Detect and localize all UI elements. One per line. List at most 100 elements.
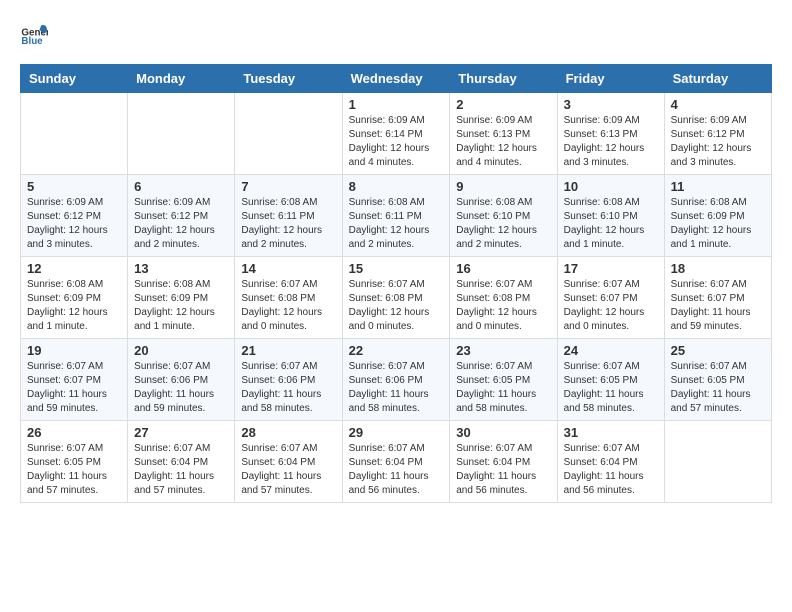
day-info: Sunrise: 6:07 AM Sunset: 6:04 PM Dayligh… bbox=[134, 442, 228, 498]
day-cell: 31 Sunrise: 6:07 AM Sunset: 6:04 PM Dayli… bbox=[557, 421, 664, 503]
logo: General Blue bbox=[20, 20, 48, 48]
header-monday: Monday bbox=[128, 65, 235, 93]
header-sunday: Sunday bbox=[21, 65, 128, 93]
day-number: 19 bbox=[27, 343, 121, 358]
day-number: 10 bbox=[564, 179, 658, 194]
day-number: 3 bbox=[564, 97, 658, 112]
day-cell: 1 Sunrise: 6:09 AM Sunset: 6:14 PM Daylig… bbox=[342, 93, 450, 175]
header-friday: Friday bbox=[557, 65, 664, 93]
svg-text:Blue: Blue bbox=[21, 36, 43, 47]
day-cell: 4 Sunrise: 6:09 AM Sunset: 6:12 PM Daylig… bbox=[664, 93, 771, 175]
header-thursday: Thursday bbox=[450, 65, 557, 93]
day-cell: 12Sunrise: 6:08 AM Sunset: 6:09 PM Dayli… bbox=[21, 257, 128, 339]
day-number: 4 bbox=[671, 97, 765, 112]
day-info: Sunrise: 6:07 AM Sunset: 6:05 PM Dayligh… bbox=[456, 360, 550, 416]
day-number: 20 bbox=[134, 343, 228, 358]
week-row-2: 5 Sunrise: 6:09 AM Sunset: 6:12 PM Daylig… bbox=[21, 175, 772, 257]
day-info: Sunrise: 6:07 AM Sunset: 6:06 PM Dayligh… bbox=[241, 360, 335, 416]
day-number: 11 bbox=[671, 179, 765, 194]
day-info: Sunrise: 6:07 AM Sunset: 6:06 PM Dayligh… bbox=[134, 360, 228, 416]
day-cell: 10 Sunrise: 6:08 AM Sunset: 6:10 PM Dayli… bbox=[557, 175, 664, 257]
week-row-4: 19 Sunrise: 6:07 AM Sunset: 6:07 PM Dayli… bbox=[21, 339, 772, 421]
week-row-3: 12 Sunrise: 6:08 AM Sunset: 6:09 PM Dayli… bbox=[21, 257, 772, 339]
day-cell: 13 Sunrise: 6:08 AM Sunset: 6:09 PM Dayli… bbox=[128, 257, 235, 339]
day-cell: 16 Sunrise: 6:07 AM Sunset: 6:08 PM Dayli… bbox=[450, 257, 557, 339]
day-info: Sunrise: 6:08 AM Sunset: 6:09 PM Dayligh… bbox=[134, 278, 228, 334]
day-cell: 14Sunrise: 6:07 AM Sunset: 6:08 PM Dayli… bbox=[235, 257, 342, 339]
day-number: 12 bbox=[27, 261, 121, 276]
day-cell bbox=[128, 93, 235, 175]
day-cell: 6 Sunrise: 6:09 AM Sunset: 6:12 PM Daylig… bbox=[128, 175, 235, 257]
day-info: Sunrise: 6:07 AM Sunset: 6:07 PM Dayligh… bbox=[27, 360, 121, 416]
day-cell: 21 Sunrise: 6:07 AM Sunset: 6:06 PM Dayli… bbox=[235, 339, 342, 421]
day-cell: 24 Sunrise: 6:07 AM Sunset: 6:05 PM Dayli… bbox=[557, 339, 664, 421]
day-cell bbox=[21, 93, 128, 175]
day-cell: 7Sunrise: 6:08 AM Sunset: 6:11 PM Daylig… bbox=[235, 175, 342, 257]
day-number: 16 bbox=[456, 261, 550, 276]
day-number: 31 bbox=[564, 425, 658, 440]
day-number: 6 bbox=[134, 179, 228, 194]
day-cell: 15 Sunrise: 6:07 AM Sunset: 6:08 PM Dayli… bbox=[342, 257, 450, 339]
day-cell: 26 Sunrise: 6:07 AM Sunset: 6:05 PM Dayli… bbox=[21, 421, 128, 503]
day-info: Sunrise: 6:07 AM Sunset: 6:08 PM Dayligh… bbox=[349, 278, 444, 334]
day-number: 30 bbox=[456, 425, 550, 440]
day-cell: 22 Sunrise: 6:07 AM Sunset: 6:06 PM Dayli… bbox=[342, 339, 450, 421]
day-cell bbox=[235, 93, 342, 175]
day-info: Sunrise: 6:07 AM Sunset: 6:04 PM Dayligh… bbox=[456, 442, 550, 498]
day-number: 8 bbox=[349, 179, 444, 194]
day-info: Sunrise: 6:09 AM Sunset: 6:13 PM Dayligh… bbox=[456, 114, 550, 170]
header-saturday: Saturday bbox=[664, 65, 771, 93]
week-row-5: 26 Sunrise: 6:07 AM Sunset: 6:05 PM Dayli… bbox=[21, 421, 772, 503]
day-number: 26 bbox=[27, 425, 121, 440]
day-cell: 25Sunrise: 6:07 AM Sunset: 6:05 PM Dayli… bbox=[664, 339, 771, 421]
day-cell: 5 Sunrise: 6:09 AM Sunset: 6:12 PM Daylig… bbox=[21, 175, 128, 257]
day-number: 5 bbox=[27, 179, 121, 194]
day-cell: 17 Sunrise: 6:07 AM Sunset: 6:07 PM Dayli… bbox=[557, 257, 664, 339]
page-header: General Blue bbox=[20, 20, 772, 48]
day-info: Sunrise: 6:09 AM Sunset: 6:12 PM Dayligh… bbox=[27, 196, 121, 252]
day-info: Sunrise: 6:08 AM Sunset: 6:11 PM Dayligh… bbox=[349, 196, 444, 252]
day-cell: 28Sunrise: 6:07 AM Sunset: 6:04 PM Dayli… bbox=[235, 421, 342, 503]
day-number: 28 bbox=[241, 425, 335, 440]
day-cell: 20 Sunrise: 6:07 AM Sunset: 6:06 PM Dayli… bbox=[128, 339, 235, 421]
day-cell: 18Sunrise: 6:07 AM Sunset: 6:07 PM Dayli… bbox=[664, 257, 771, 339]
calendar-table: SundayMondayTuesdayWednesdayThursdayFrid… bbox=[20, 64, 772, 503]
day-cell: 30 Sunrise: 6:07 AM Sunset: 6:04 PM Dayli… bbox=[450, 421, 557, 503]
day-cell: 23 Sunrise: 6:07 AM Sunset: 6:05 PM Dayli… bbox=[450, 339, 557, 421]
day-info: Sunrise: 6:08 AM Sunset: 6:10 PM Dayligh… bbox=[456, 196, 550, 252]
day-cell: 8 Sunrise: 6:08 AM Sunset: 6:11 PM Daylig… bbox=[342, 175, 450, 257]
day-cell: 19 Sunrise: 6:07 AM Sunset: 6:07 PM Dayli… bbox=[21, 339, 128, 421]
day-cell bbox=[664, 421, 771, 503]
header-wednesday: Wednesday bbox=[342, 65, 450, 93]
day-info: Sunrise: 6:09 AM Sunset: 6:14 PM Dayligh… bbox=[349, 114, 444, 170]
day-cell: 2Sunrise: 6:09 AM Sunset: 6:13 PM Daylig… bbox=[450, 93, 557, 175]
day-info: Sunrise: 6:07 AM Sunset: 6:05 PM Dayligh… bbox=[27, 442, 121, 498]
day-info: Sunrise: 6:09 AM Sunset: 6:12 PM Dayligh… bbox=[671, 114, 765, 170]
day-number: 27 bbox=[134, 425, 228, 440]
day-number: 24 bbox=[564, 343, 658, 358]
day-number: 15 bbox=[349, 261, 444, 276]
day-cell: 11Sunrise: 6:08 AM Sunset: 6:09 PM Dayli… bbox=[664, 175, 771, 257]
day-number: 23 bbox=[456, 343, 550, 358]
day-number: 1 bbox=[349, 97, 444, 112]
day-info: Sunrise: 6:07 AM Sunset: 6:07 PM Dayligh… bbox=[671, 278, 765, 334]
day-number: 9 bbox=[456, 179, 550, 194]
day-info: Sunrise: 6:07 AM Sunset: 6:05 PM Dayligh… bbox=[564, 360, 658, 416]
day-info: Sunrise: 6:09 AM Sunset: 6:13 PM Dayligh… bbox=[564, 114, 658, 170]
day-number: 13 bbox=[134, 261, 228, 276]
day-info: Sunrise: 6:07 AM Sunset: 6:08 PM Dayligh… bbox=[456, 278, 550, 334]
day-number: 17 bbox=[564, 261, 658, 276]
day-number: 22 bbox=[349, 343, 444, 358]
day-number: 21 bbox=[241, 343, 335, 358]
day-info: Sunrise: 6:09 AM Sunset: 6:12 PM Dayligh… bbox=[134, 196, 228, 252]
day-cell: 29Sunrise: 6:07 AM Sunset: 6:04 PM Dayli… bbox=[342, 421, 450, 503]
day-info: Sunrise: 6:08 AM Sunset: 6:10 PM Dayligh… bbox=[564, 196, 658, 252]
day-info: Sunrise: 6:07 AM Sunset: 6:06 PM Dayligh… bbox=[349, 360, 444, 416]
day-info: Sunrise: 6:07 AM Sunset: 6:07 PM Dayligh… bbox=[564, 278, 658, 334]
day-cell: 9 Sunrise: 6:08 AM Sunset: 6:10 PM Daylig… bbox=[450, 175, 557, 257]
logo-icon: General Blue bbox=[20, 20, 48, 48]
day-number: 14 bbox=[241, 261, 335, 276]
week-row-1: 1 Sunrise: 6:09 AM Sunset: 6:14 PM Daylig… bbox=[21, 93, 772, 175]
day-info: Sunrise: 6:07 AM Sunset: 6:05 PM Dayligh… bbox=[671, 360, 765, 416]
day-info: Sunrise: 6:07 AM Sunset: 6:04 PM Dayligh… bbox=[564, 442, 658, 498]
